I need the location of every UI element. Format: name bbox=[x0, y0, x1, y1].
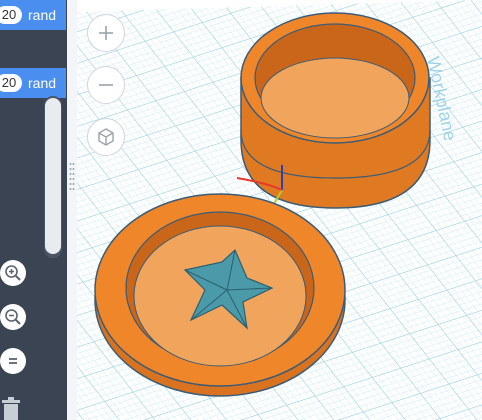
block-label: rand bbox=[28, 75, 57, 91]
zoom-in-button[interactable] bbox=[0, 260, 26, 286]
number-input[interactable]: 20 bbox=[0, 6, 22, 24]
view-zoom-out-button[interactable] bbox=[87, 66, 125, 104]
3d-viewport[interactable]: Workplane bbox=[77, 0, 482, 420]
block-label: rand bbox=[28, 7, 57, 23]
zoom-out-button[interactable] bbox=[0, 304, 26, 330]
number-input[interactable]: 20 bbox=[0, 74, 22, 92]
trash-icon[interactable] bbox=[0, 396, 22, 420]
magnifier-plus-icon bbox=[5, 265, 21, 281]
code-block-random-1[interactable]: 20 rand bbox=[0, 0, 66, 30]
minus-icon bbox=[99, 84, 113, 86]
plus-icon bbox=[99, 26, 113, 40]
home-view-button[interactable] bbox=[87, 118, 125, 156]
magnifier-minus-icon bbox=[5, 309, 21, 325]
scrollbar[interactable] bbox=[44, 96, 62, 258]
view-zoom-in-button[interactable] bbox=[87, 14, 125, 52]
scrollbar-thumb[interactable] bbox=[45, 98, 61, 254]
cube-icon bbox=[98, 128, 114, 146]
code-block-random-2[interactable]: 20 rand bbox=[0, 68, 66, 98]
cylinder-container[interactable] bbox=[240, 12, 431, 209]
workplane-scene: Workplane bbox=[77, 0, 482, 420]
resize-handle-icon[interactable] bbox=[69, 162, 75, 192]
reset-zoom-button[interactable] bbox=[0, 348, 26, 374]
equals-icon bbox=[9, 358, 17, 364]
code-blocks-sidebar: 20 rand 20 rand bbox=[0, 0, 67, 420]
panel-divider bbox=[67, 0, 77, 420]
